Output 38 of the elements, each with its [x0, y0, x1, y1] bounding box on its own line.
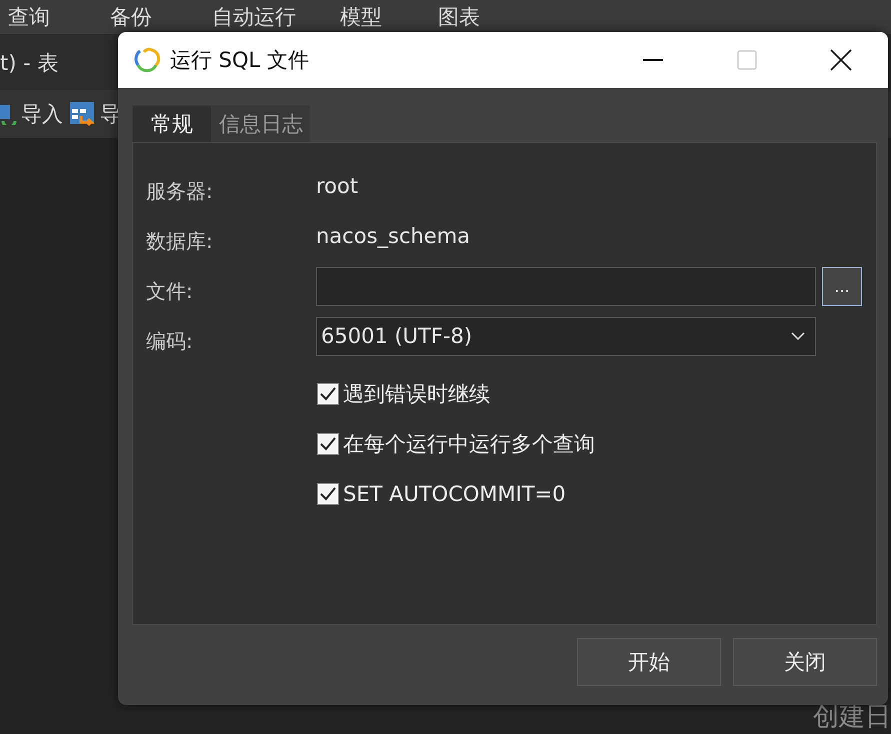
maximize-icon [737, 50, 757, 70]
checkmark-icon [320, 387, 336, 401]
checkmark-icon [320, 487, 336, 501]
field-label: 编码: [146, 328, 194, 354]
checkbox-option[interactable]: SET AUTOCOMMIT=0 [317, 469, 876, 519]
table-export-icon [69, 100, 97, 128]
field-label: 文件: [146, 278, 194, 304]
file-path-field[interactable] [316, 266, 816, 306]
minimize-icon [643, 59, 663, 61]
tab[interactable]: 信息日志 [212, 105, 310, 142]
field-label: 数据库: [146, 228, 214, 254]
menu-item[interactable]: 模型 [340, 3, 382, 31]
dialog-button[interactable]: 关闭 [733, 638, 877, 686]
checkbox[interactable] [317, 483, 339, 505]
toolbar-button[interactable]: 导 [69, 100, 121, 128]
checkbox-option[interactable]: 在每个运行中运行多个查询 [317, 419, 876, 469]
field-value: root [316, 174, 358, 198]
field-value: nacos_schema [316, 224, 470, 248]
menu-item[interactable]: 自动运行 [212, 3, 296, 31]
toolbar-button[interactable]: 导入 [0, 100, 63, 128]
field-label: 服务器: [146, 178, 214, 204]
app-logo-icon [132, 45, 162, 75]
menu-item[interactable]: 图表 [438, 3, 480, 31]
dialog-button[interactable]: 开始 [577, 638, 721, 686]
encoding-dropdown[interactable]: 65001 (UTF-8) [316, 316, 816, 356]
checkbox[interactable] [317, 383, 339, 405]
window-title: t) - 表 [0, 50, 58, 76]
checkmark-icon [320, 437, 336, 451]
menu-item[interactable]: 查询 [8, 3, 50, 31]
menu-item[interactable]: 备份 [110, 3, 152, 31]
tab[interactable]: 常规 [132, 105, 212, 142]
checkbox[interactable] [317, 433, 339, 455]
browse-button[interactable]: ... [822, 266, 862, 306]
chevron-down-icon [791, 332, 805, 340]
close-icon [830, 49, 852, 71]
checkbox-option[interactable]: 遇到错误时继续 [317, 369, 876, 419]
column-label: 创建日 [813, 702, 891, 732]
dialog-title: 运行 SQL 文件 [170, 47, 309, 74]
